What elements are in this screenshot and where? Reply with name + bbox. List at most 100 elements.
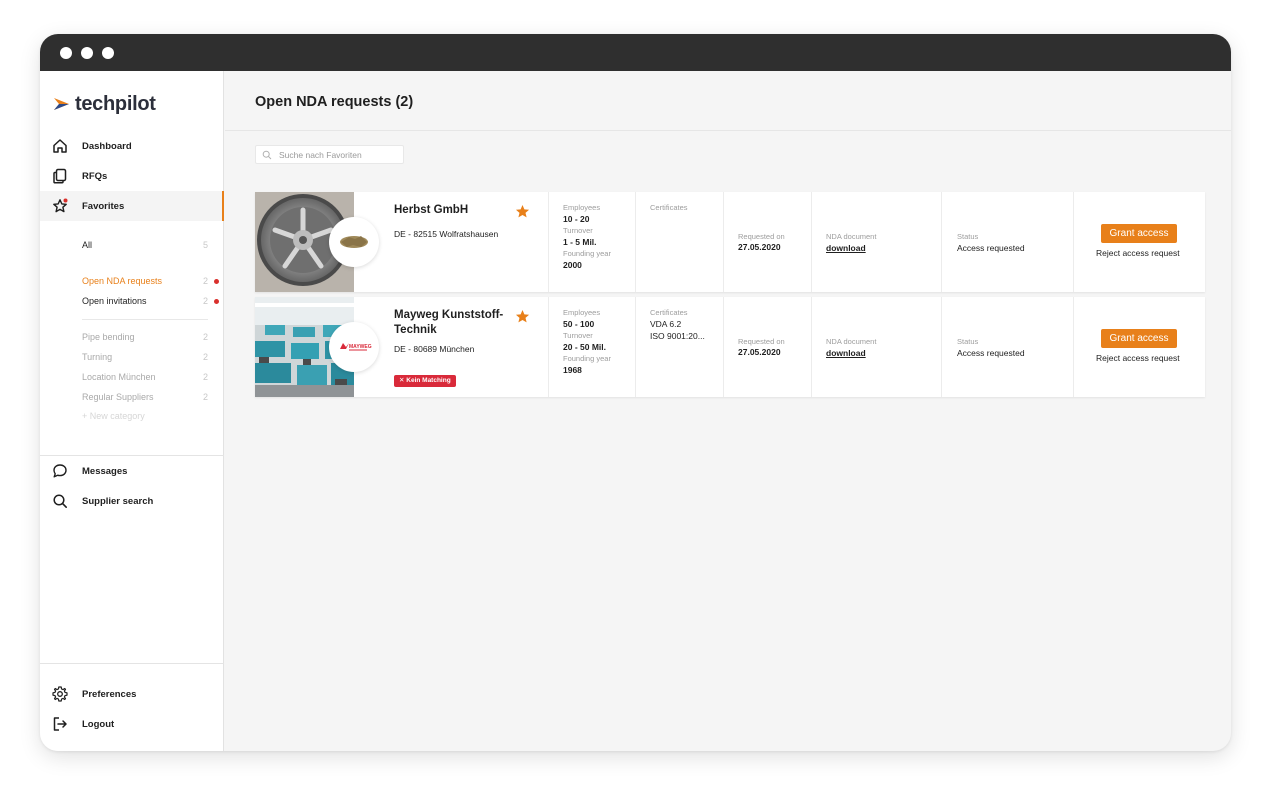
- divider: [82, 319, 208, 320]
- sidebar-item-favorites[interactable]: Favorites: [40, 191, 224, 221]
- grant-access-button[interactable]: Grant access: [1101, 224, 1177, 243]
- turnover-value: 20 - 50 Mil.: [563, 342, 606, 352]
- sidebar-item-label: Logout: [82, 718, 115, 730]
- favorite-star-icon[interactable]: [515, 204, 530, 219]
- status-label: Status: [957, 337, 979, 346]
- sub-count: 2: [202, 352, 208, 362]
- column-divider: [941, 297, 942, 397]
- founding-year-label: Founding year: [563, 354, 611, 363]
- supplier-logo: [329, 217, 379, 267]
- favorites-sub-turning[interactable]: Turning 2: [82, 350, 210, 364]
- column-divider: [635, 192, 636, 292]
- founding-year-value: 2000: [563, 260, 582, 270]
- sub-label: + New category: [82, 411, 145, 421]
- sidebar-item-label: Supplier search: [82, 495, 154, 507]
- gear-icon: [52, 686, 68, 702]
- svg-text:MAYWEG: MAYWEG: [349, 344, 372, 350]
- requested-on-label: Requested on: [738, 337, 785, 346]
- sidebar-item-messages[interactable]: Messages: [40, 456, 224, 486]
- grant-access-button[interactable]: Grant access: [1101, 329, 1177, 348]
- supplier-location: DE - 80689 München: [394, 344, 475, 354]
- nda-download-link[interactable]: download: [826, 243, 866, 253]
- window-dot-minimize[interactable]: [81, 47, 93, 59]
- sub-count: 5: [202, 240, 208, 250]
- favorites-sub-all[interactable]: All 5: [82, 238, 210, 252]
- sub-label: Pipe bending: [82, 332, 135, 342]
- badge-label: Kein Matching: [406, 377, 451, 384]
- search-icon: [262, 150, 272, 160]
- supplier-name[interactable]: Mayweg Kunststoff- Technik: [394, 308, 503, 338]
- column-divider: [548, 192, 549, 292]
- reject-access-link[interactable]: Reject access request: [1096, 248, 1180, 258]
- supplier-card[interactable]: Herbst GmbH DE - 82515 Wolfratshausen Em…: [255, 192, 1205, 292]
- sub-count: 2: [202, 332, 208, 342]
- favorites-sub-location-munchen[interactable]: Location München 2: [82, 370, 210, 384]
- chat-bubble-icon: [53, 464, 67, 478]
- logout-icon: [53, 717, 67, 731]
- sub-label: Open NDA requests: [82, 276, 163, 286]
- nda-download-link[interactable]: download: [826, 348, 866, 358]
- sidebar-item-logout[interactable]: Logout: [40, 709, 224, 739]
- sidebar-item-dashboard[interactable]: Dashboard: [40, 131, 224, 161]
- sidebar-item-supplier-search[interactable]: Supplier search: [40, 486, 224, 516]
- sidebar-item-label: Preferences: [82, 688, 137, 700]
- turnover-label: Turnover: [563, 331, 593, 340]
- new-category-button[interactable]: + New category: [82, 409, 210, 423]
- column-divider: [635, 297, 636, 397]
- supplier-location: DE - 82515 Wolfratshausen: [394, 229, 499, 239]
- turnover-value: 1 - 5 Mil.: [563, 237, 597, 247]
- sub-count: 2: [202, 392, 208, 402]
- certificate-item: ISO 9001:20...: [650, 331, 705, 341]
- page-title: Open NDA requests (2): [255, 94, 414, 110]
- techpilot-logo-icon: [54, 98, 69, 110]
- column-divider: [548, 297, 549, 397]
- favorites-search-input[interactable]: Suche nach Favoriten: [255, 145, 404, 164]
- nda-document-label: NDA document: [826, 337, 877, 346]
- search-icon: [53, 494, 67, 508]
- sidebar-item-rfqs[interactable]: RFQs: [40, 161, 224, 191]
- column-divider: [723, 192, 724, 292]
- supplier-name[interactable]: Herbst GmbH: [394, 203, 468, 218]
- window-dot-close[interactable]: [60, 47, 72, 59]
- sidebar-item-label: Messages: [82, 465, 128, 477]
- founding-year-value: 1968: [563, 365, 582, 375]
- supplier-name-line: Mayweg Kunststoff-: [394, 309, 504, 321]
- nda-document-label: NDA document: [826, 232, 877, 241]
- no-matching-badge: ✕ Kein Matching: [394, 375, 456, 387]
- reject-access-link[interactable]: Reject access request: [1096, 353, 1180, 363]
- sub-label: Turning: [82, 352, 113, 362]
- certificates-label: Certificates: [650, 308, 688, 317]
- main-content: Open NDA requests (2) Suche nach Favorit…: [225, 71, 1231, 751]
- sub-count: 2: [202, 372, 208, 382]
- sidebar-item-preferences[interactable]: Preferences: [40, 679, 224, 709]
- column-divider: [723, 297, 724, 397]
- star-icon: [53, 198, 68, 213]
- supplier-name-line: Technik: [394, 324, 437, 336]
- sub-count: 2: [202, 296, 208, 306]
- employees-value: 10 - 20: [563, 214, 590, 224]
- sidebar-item-label: RFQs: [82, 170, 108, 182]
- column-divider: [811, 192, 812, 292]
- favorites-sub-regular-suppliers[interactable]: Regular Suppliers 2: [82, 390, 210, 404]
- favorites-sub-pipe-bending[interactable]: Pipe bending 2: [82, 330, 210, 344]
- divider: [40, 663, 224, 664]
- search-placeholder: Suche nach Favoriten: [279, 150, 362, 160]
- notification-dot: [214, 279, 219, 284]
- employees-label: Employees: [563, 308, 601, 317]
- window-titlebar: [40, 34, 1231, 71]
- window-dot-maximize[interactable]: [102, 47, 114, 59]
- main-header: Open NDA requests (2): [225, 71, 1231, 131]
- favorite-star-icon[interactable]: [515, 309, 530, 324]
- brand-name: techpilot: [75, 92, 156, 115]
- favorites-sub-open-invitations[interactable]: Open invitations 2: [82, 294, 210, 308]
- brand-logo[interactable]: techpilot: [53, 91, 156, 117]
- employees-label: Employees: [563, 203, 601, 212]
- turnover-label: Turnover: [563, 226, 593, 235]
- documents-icon: [53, 168, 67, 184]
- sidebar: techpilot Dashboard RFQs Favorites All 5…: [40, 71, 224, 751]
- employees-value: 50 - 100: [563, 319, 595, 329]
- supplier-card[interactable]: MAYWEG Mayweg Kunststoff- Technik DE - 8…: [255, 297, 1205, 397]
- requested-on-value: 27.05.2020: [738, 242, 781, 252]
- favorites-sub-open-nda-requests[interactable]: Open NDA requests 2: [82, 274, 210, 288]
- column-divider: [1073, 297, 1074, 397]
